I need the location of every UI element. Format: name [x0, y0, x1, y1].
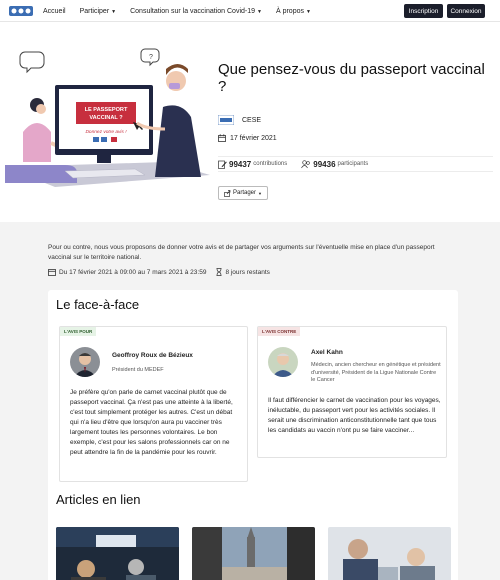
page-title: Que pensez-vous du passeport vaccinal ?	[218, 61, 485, 95]
edit-icon	[218, 160, 227, 169]
avatar-geoffroy-roux-de-bezieux	[70, 347, 100, 377]
opinion-pour[interactable]: L'AVIS POUR Geoffroy Roux de Bézieux Pré…	[59, 326, 248, 482]
remaining-days: 8 jours restants	[225, 268, 270, 276]
share-icon	[224, 189, 231, 197]
author-row: CESE	[218, 115, 261, 125]
hero-illustration: ? LE PASSEPORT VACCINAL ? Donnez votre a…	[5, 48, 210, 187]
opinion-author-role: Président du MEDEF	[112, 367, 164, 373]
opinion-author-role: Médecin, ancien chercheur en génétique e…	[311, 362, 441, 383]
svg-text:Donnez votre avis !: Donnez votre avis !	[85, 129, 127, 135]
users-icon	[301, 159, 310, 168]
article-thumbnail	[56, 527, 179, 580]
calendar-icon	[48, 269, 56, 276]
nav-item-accueil[interactable]: Accueil	[43, 8, 66, 15]
opinion-text: Je préfère qu'on parle de carnet vaccina…	[70, 389, 233, 456]
face-a-face-title: Le face-à-face	[56, 297, 140, 312]
opinion-author-name: Geoffroy Roux de Bézieux	[112, 352, 193, 359]
participants-stat: 99436 participants	[301, 160, 368, 169]
share-button[interactable]: Partager ▼	[218, 186, 268, 200]
hourglass-icon	[216, 268, 222, 276]
consultation-intro: Pour ou contre, nous vous proposons de d…	[48, 244, 435, 261]
consultation-period: Du 17 février 2021 à 09:00 au 7 mars 202…	[48, 268, 270, 276]
contributions-count: 99437	[229, 159, 252, 169]
site-logo[interactable]	[8, 2, 34, 20]
articles-title: Articles en lien	[56, 492, 141, 507]
badge-avis-pour: L'AVIS POUR	[60, 327, 97, 336]
article-thumbnail	[328, 527, 451, 580]
opinion-author-name: Axel Kahn	[311, 349, 343, 356]
nav-item-a-propos[interactable]: À propos ▼	[276, 8, 311, 15]
participants-count: 99436	[313, 159, 336, 169]
chevron-down-icon: ▼	[306, 8, 311, 15]
nav-item-consultation[interactable]: Consultation sur la vaccination Covid-19…	[130, 8, 262, 15]
chevron-down-icon: ▼	[258, 190, 262, 196]
chevron-down-icon: ▼	[257, 8, 262, 15]
date-text: 17 février 2021	[230, 134, 277, 142]
opinion-text: Il faut différencier le carnet de vaccin…	[268, 397, 441, 434]
article-thumbnail	[192, 527, 315, 580]
inscription-button[interactable]: Inscription	[404, 4, 443, 18]
opinion-contre[interactable]: L'AVIS CONTRE Axel Kahn Médecin, ancien …	[257, 326, 447, 458]
article-card-3[interactable]	[328, 527, 451, 580]
publication-date: 17 février 2021	[218, 134, 277, 142]
period-dates: Du 17 février 2021 à 09:00 au 7 mars 202…	[59, 268, 207, 276]
article-card-1[interactable]	[56, 527, 179, 580]
connexion-button[interactable]: Connexion	[447, 4, 485, 18]
svg-text:VACCINAL ?: VACCINAL ?	[89, 115, 123, 121]
nav-menu: Accueil Participer ▼ Consultation sur la …	[43, 0, 325, 22]
badge-avis-contre: L'AVIS CONTRE	[258, 327, 301, 336]
svg-text:LE PASSEPORT: LE PASSEPORT	[85, 107, 128, 113]
consultation-stats: 99437 contributions 99436 participants	[218, 156, 493, 172]
consultation-header: ? LE PASSEPORT VACCINAL ? Donnez votre a…	[0, 22, 500, 222]
contributions-stat: 99437 contributions	[218, 160, 287, 169]
chevron-down-icon: ▼	[111, 8, 117, 15]
author-name[interactable]: CESE	[242, 117, 261, 124]
top-navigation: Accueil Participer ▼ Consultation sur la …	[0, 0, 500, 22]
article-card-2[interactable]	[192, 527, 315, 580]
nav-item-participer[interactable]: Participer ▼	[80, 8, 117, 15]
avatar-axel-kahn	[268, 347, 298, 377]
calendar-icon	[218, 134, 226, 142]
svg-text:?: ?	[149, 54, 153, 61]
cese-logo	[218, 115, 234, 125]
participants-label: participants	[337, 161, 369, 167]
contributions-label: contributions	[253, 161, 288, 167]
